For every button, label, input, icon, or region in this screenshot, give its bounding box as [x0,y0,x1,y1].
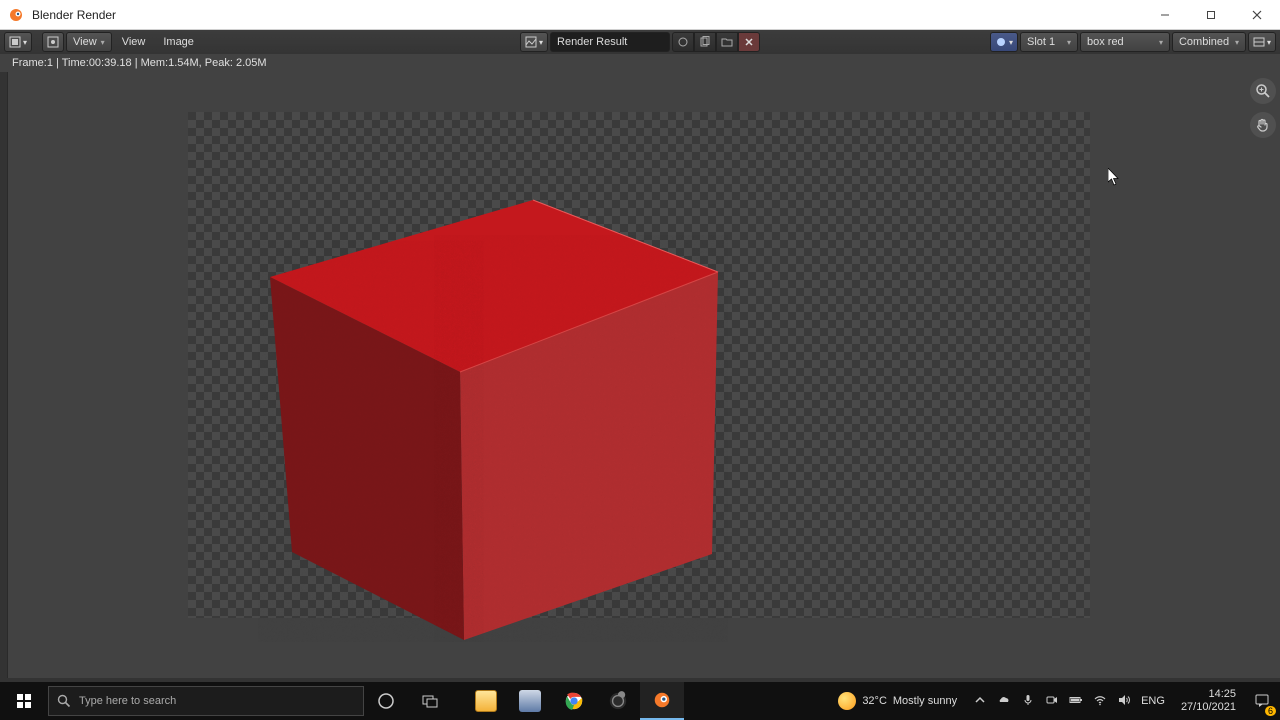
toolbar-region-toggle[interactable] [0,72,8,678]
close-button[interactable] [1234,0,1280,30]
notification-count: 6 [1265,706,1276,716]
pan-tool[interactable] [1250,112,1276,138]
chrome-taskbar-icon[interactable] [552,682,596,720]
rendered-cube [258,182,728,642]
search-placeholder: Type here to search [79,695,176,707]
system-tray: ENG [965,693,1173,710]
slot-dropdown[interactable]: Slot 1 ▾ [1020,32,1078,52]
obs-taskbar-icon[interactable] [596,682,640,720]
render-status-line: Frame:1 | Time:00:39.18 | Mem:1.54M, Pea… [0,54,1280,72]
search-icon [57,694,71,708]
microphone-icon[interactable] [1021,693,1035,710]
minimize-button[interactable] [1142,0,1188,30]
action-center-button[interactable]: 6 [1244,682,1280,720]
image-menu[interactable]: Image [155,36,202,48]
cortana-button[interactable] [364,682,408,720]
volume-icon[interactable] [1117,693,1131,710]
image-name-value: Render Result [557,36,627,48]
start-button[interactable] [0,682,48,720]
slot-value: Slot 1 [1027,36,1055,48]
overlay-toggle[interactable]: ▾ [1248,32,1276,52]
clock-date: 27/10/2021 [1181,701,1236,714]
weather-widget[interactable]: 32°C Mostly sunny [830,692,965,710]
file-explorer-taskbar-icon[interactable] [464,682,508,720]
open-image-button[interactable] [716,32,738,52]
taskbar-clock[interactable]: 14:25 27/10/2021 [1173,688,1244,714]
onedrive-icon[interactable] [997,693,1011,710]
editor-type-dropdown[interactable]: ▾ [4,32,32,52]
image-name-field[interactable]: Render Result [550,32,670,52]
taskbar-search[interactable]: Type here to search [48,686,364,716]
blender-taskbar-icon[interactable] [640,682,684,720]
render-status-text: Frame:1 | Time:00:39.18 | Mem:1.54M, Pea… [12,57,267,69]
window-titlebar: Blender Render [0,0,1280,30]
app-taskbar-icon-1[interactable] [508,682,552,720]
weather-desc: Mostly sunny [893,695,957,707]
zoom-tool[interactable] [1250,78,1276,104]
view-mode-icon[interactable] [42,32,64,52]
windows-taskbar: Type here to search 32°C Mostly sunny EN… [0,682,1280,720]
view-label: View [73,36,97,48]
fake-user-button[interactable] [672,32,694,52]
pass-value: Combined [1179,36,1229,48]
layer-value: box red [1087,36,1124,48]
meet-now-icon[interactable] [1045,693,1059,710]
task-view-button[interactable] [408,682,452,720]
tray-chevron-up-icon[interactable] [973,693,987,710]
window-title: Blender Render [32,8,116,22]
clock-time: 14:25 [1181,688,1236,701]
wifi-icon[interactable] [1093,693,1107,710]
new-image-button[interactable] [694,32,716,52]
unlink-image-button[interactable] [738,32,760,52]
render-canvas [188,112,1090,618]
view-dropdown[interactable]: View ▾ [66,32,112,52]
image-editor-header: ▾ View ▾ View Image ▾ Render Result [0,30,1280,54]
display-channels-button[interactable]: ▾ [990,32,1018,52]
image-datablock-icon[interactable]: ▾ [520,32,548,52]
mouse-cursor-icon [1108,168,1120,186]
battery-icon[interactable] [1069,693,1083,710]
view-menu[interactable]: View [114,36,154,48]
language-indicator[interactable]: ENG [1141,695,1165,707]
maximize-button[interactable] [1188,0,1234,30]
weather-temp: 32°C [862,695,887,707]
render-viewport[interactable] [0,72,1280,678]
weather-sun-icon [838,692,856,710]
layer-dropdown[interactable]: box red ▾ [1080,32,1170,52]
blender-icon [8,7,24,23]
pass-dropdown[interactable]: Combined ▾ [1172,32,1246,52]
